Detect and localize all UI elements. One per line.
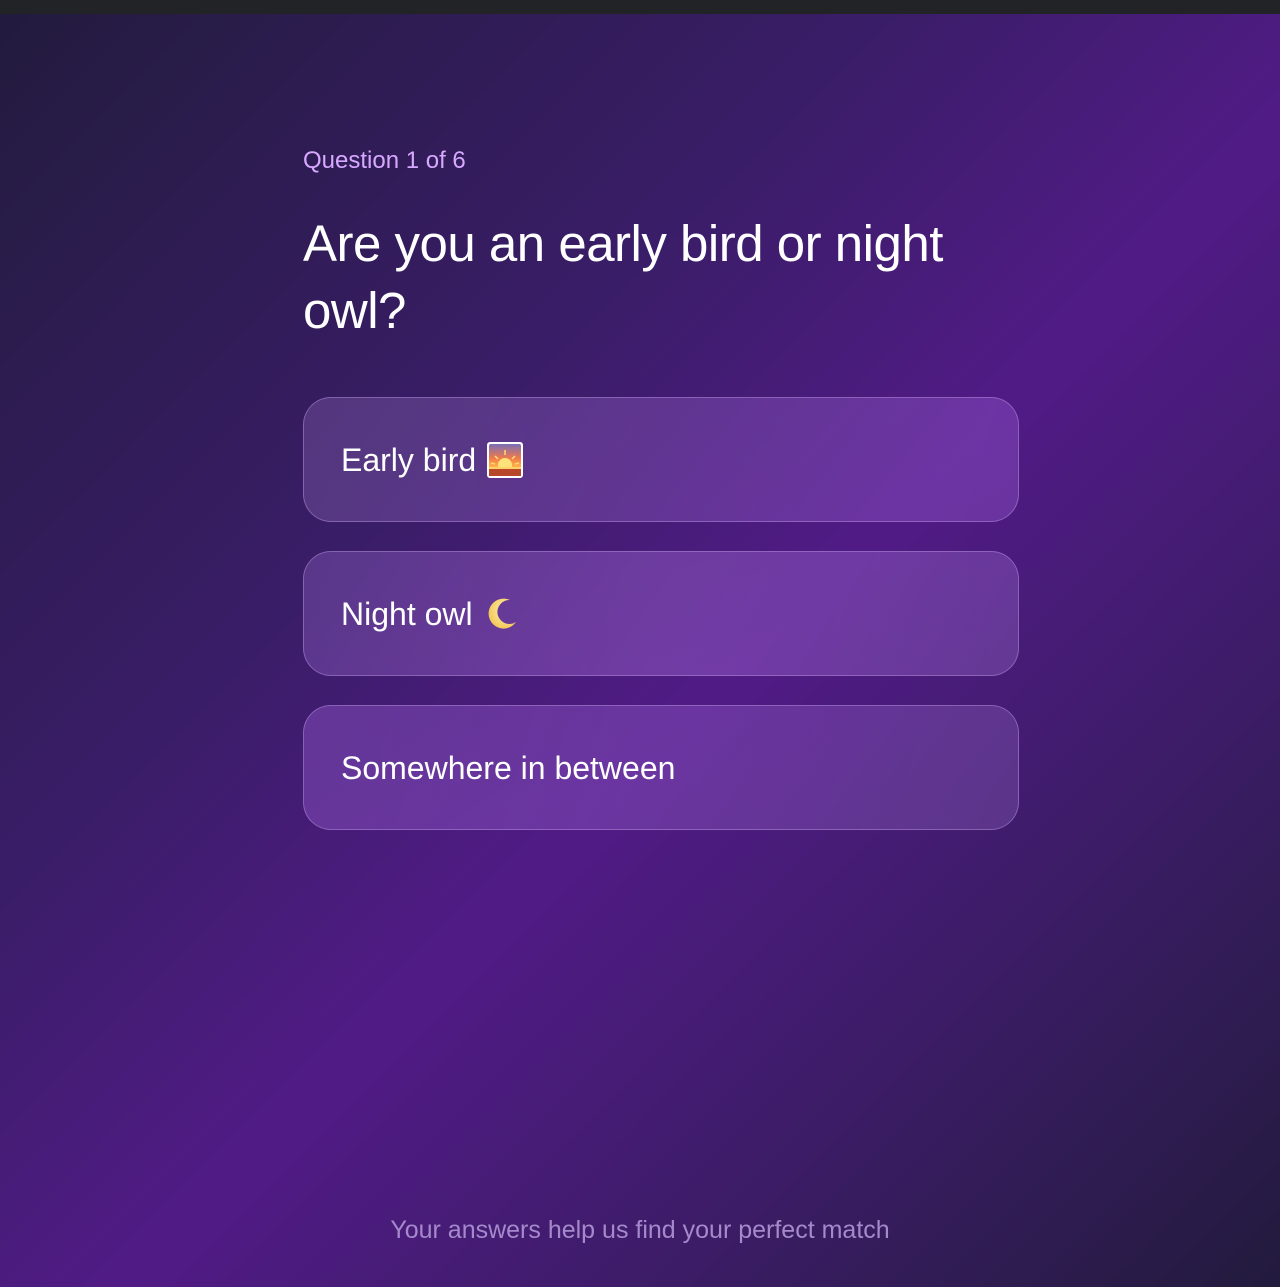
question-title: Are you an early bird or night owl?: [303, 215, 943, 339]
sunrise-icon: [487, 441, 524, 478]
footer-note: Your answers help us find your perfect m…: [390, 1216, 890, 1244]
option-label: Somewhere in between: [341, 748, 675, 788]
option-somewhere-in-between[interactable]: Somewhere in between: [303, 705, 1019, 830]
answer-options: Early bird Night owl Somewhere in betwee…: [303, 397, 1019, 859]
crescent-moon-icon: [488, 598, 516, 629]
option-night-owl[interactable]: Night owl: [303, 551, 1019, 676]
option-text: Somewhere in between: [341, 749, 676, 786]
option-label: Night owl: [341, 594, 521, 634]
option-label: Early bird: [341, 440, 524, 480]
option-text: Night owl: [341, 595, 473, 632]
top-bar: [0, 0, 1280, 14]
option-text: Early bird: [341, 441, 477, 478]
option-early-bird[interactable]: Early bird: [303, 397, 1019, 522]
question-progress: Question 1 of 6: [303, 147, 466, 174]
